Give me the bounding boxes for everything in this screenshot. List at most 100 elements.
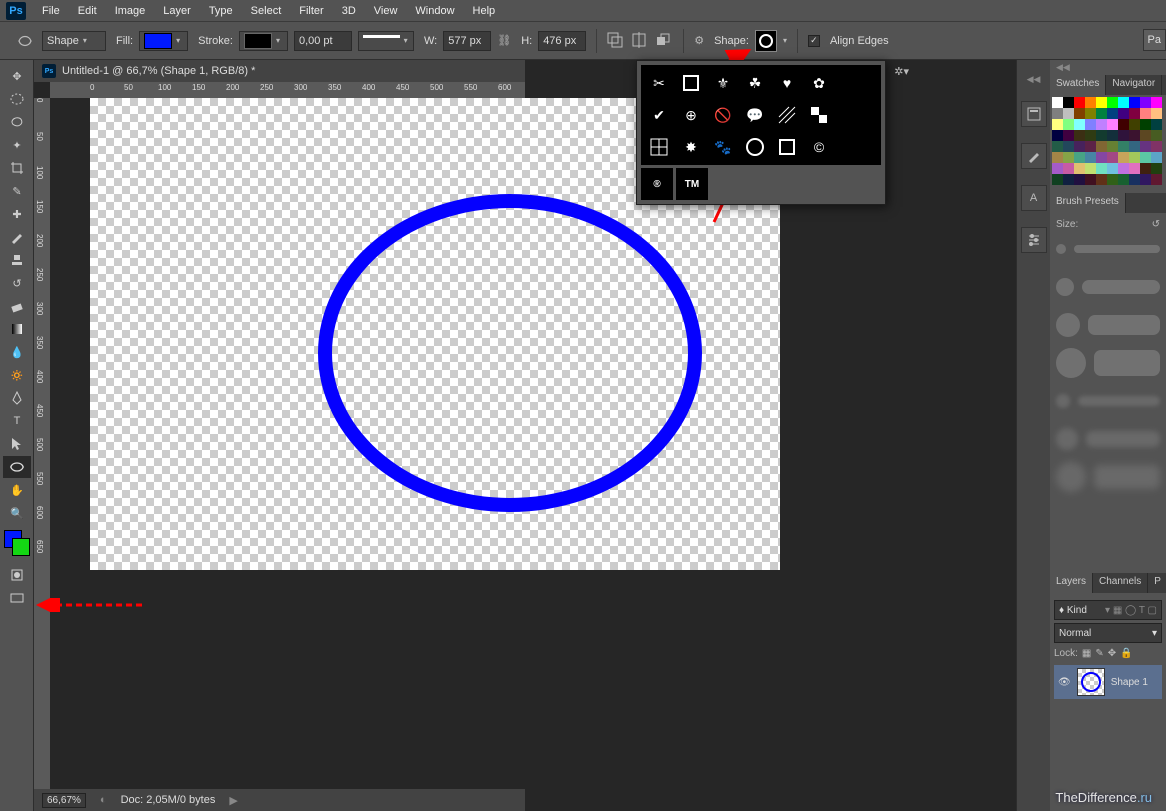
tab-layers[interactable]: Layers — [1050, 573, 1093, 593]
dodge-tool[interactable]: 🔅 — [3, 364, 31, 386]
copyright-icon[interactable]: © — [803, 131, 835, 163]
menu-layer[interactable]: Layer — [155, 2, 199, 20]
swatch[interactable] — [1118, 163, 1129, 174]
swatch[interactable] — [1151, 152, 1162, 163]
swatch[interactable] — [1107, 152, 1118, 163]
swatch[interactable] — [1151, 97, 1162, 108]
brush-tool[interactable] — [3, 226, 31, 248]
swatch[interactable] — [1085, 141, 1096, 152]
stamp-tool[interactable] — [3, 249, 31, 271]
status-arrow-icon[interactable]: ▶ — [229, 794, 237, 807]
swatch[interactable] — [1129, 119, 1140, 130]
menu-type[interactable]: Type — [201, 2, 241, 20]
swatch[interactable] — [1085, 108, 1096, 119]
background-color[interactable] — [12, 538, 30, 556]
swatch[interactable] — [1052, 174, 1063, 185]
gradient-tool[interactable] — [3, 318, 31, 340]
swatch[interactable] — [1085, 97, 1096, 108]
dock-adjust-icon[interactable] — [1021, 227, 1047, 253]
lock-move-icon[interactable]: ✥ — [1108, 648, 1116, 659]
tab-navigator[interactable]: Navigator — [1106, 75, 1162, 95]
swatch[interactable] — [1096, 108, 1107, 119]
swatch[interactable] — [1074, 141, 1085, 152]
swatch[interactable] — [1096, 119, 1107, 130]
color-proof-icon[interactable]: ◐ — [100, 794, 107, 806]
type-tool[interactable]: T — [3, 410, 31, 432]
custom-shape-tool[interactable] — [3, 456, 31, 478]
square-outline-icon[interactable] — [675, 67, 707, 99]
swatch[interactable] — [1107, 130, 1118, 141]
magic-wand-tool[interactable]: ✦ — [3, 134, 31, 156]
swatch[interactable] — [1129, 108, 1140, 119]
menu-help[interactable]: Help — [465, 2, 504, 20]
layer-thumbnail[interactable] — [1077, 668, 1105, 696]
swatch[interactable] — [1096, 97, 1107, 108]
lock-pixels-icon[interactable]: ▦ — [1082, 648, 1091, 659]
swatch[interactable] — [1151, 174, 1162, 185]
swatch[interactable] — [1140, 130, 1151, 141]
swatch[interactable] — [1140, 108, 1151, 119]
swatch[interactable] — [1129, 130, 1140, 141]
menu-file[interactable]: File — [34, 2, 68, 20]
history-brush-tool[interactable]: ↺ — [3, 272, 31, 294]
menu-select[interactable]: Select — [243, 2, 290, 20]
swatch[interactable] — [1085, 152, 1096, 163]
swatch[interactable] — [1140, 97, 1151, 108]
crop-tool[interactable] — [3, 157, 31, 179]
swatch[interactable] — [1151, 119, 1162, 130]
swatch[interactable] — [1107, 119, 1118, 130]
trefoil-icon[interactable]: ☘ — [739, 67, 771, 99]
blend-mode-dropdown[interactable]: Normal▾ — [1054, 623, 1162, 643]
hand-tool[interactable]: ✋ — [3, 479, 31, 501]
swatch[interactable] — [1074, 108, 1085, 119]
fleur-icon[interactable]: ⚜ — [707, 67, 739, 99]
menu-filter[interactable]: Filter — [291, 2, 331, 20]
swatch[interactable] — [1151, 141, 1162, 152]
swatch[interactable] — [1107, 141, 1118, 152]
tool-mode-dropdown[interactable]: Shape▾ — [42, 31, 106, 51]
document-tab[interactable]: Ps Untitled-1 @ 66,7% (Shape 1, RGB/8) * — [34, 60, 525, 82]
brush-reset-icon[interactable]: ↺ — [1152, 219, 1160, 230]
swatch[interactable] — [1052, 108, 1063, 119]
swatch[interactable] — [1118, 130, 1129, 141]
menu-image[interactable]: Image — [107, 2, 154, 20]
registered-icon[interactable]: ® — [641, 168, 673, 200]
circle-outline-icon[interactable] — [739, 131, 771, 163]
width-input[interactable] — [443, 31, 491, 51]
lock-all-icon[interactable]: 🔒 — [1120, 648, 1132, 659]
swatch[interactable] — [1096, 130, 1107, 141]
menu-window[interactable]: Window — [407, 2, 462, 20]
diagonal-icon[interactable] — [771, 99, 803, 131]
swatch[interactable] — [1118, 97, 1129, 108]
swatch[interactable] — [1107, 163, 1118, 174]
swatch[interactable] — [1151, 130, 1162, 141]
workspace-switcher[interactable]: Pa — [1143, 29, 1166, 51]
eyedropper-tool[interactable]: ✎ — [3, 180, 31, 202]
tab-channels[interactable]: Channels — [1093, 573, 1148, 593]
swatch[interactable] — [1118, 108, 1129, 119]
swatch[interactable] — [1118, 141, 1129, 152]
check-icon[interactable]: ✔ — [643, 99, 675, 131]
quickmask-icon[interactable] — [3, 564, 31, 586]
blur-tool[interactable]: 💧 — [3, 341, 31, 363]
swatch[interactable] — [1096, 163, 1107, 174]
registration-icon[interactable]: ⊕ — [675, 99, 707, 131]
swatch[interactable] — [1074, 130, 1085, 141]
flyout-gear-icon[interactable]: ✲▾ — [894, 65, 909, 78]
burst-icon[interactable]: ✸ — [675, 131, 707, 163]
swatch[interactable] — [1052, 130, 1063, 141]
swatch[interactable] — [1129, 152, 1140, 163]
zoom-tool[interactable]: 🔍 — [3, 502, 31, 524]
fill-color-picker[interactable]: ▾ — [139, 31, 188, 51]
swatch[interactable] — [1052, 152, 1063, 163]
stroke-width-input[interactable] — [294, 31, 352, 51]
swatch[interactable] — [1063, 174, 1074, 185]
lasso-tool[interactable] — [3, 111, 31, 133]
stroke-style-dropdown[interactable]: ▾ — [358, 31, 414, 51]
color-picker[interactable] — [4, 530, 29, 558]
swatch[interactable] — [1074, 152, 1085, 163]
swatch[interactable] — [1074, 119, 1085, 130]
align-edges-checkbox[interactable]: ✓ — [808, 35, 820, 47]
swatch[interactable] — [1052, 119, 1063, 130]
gear-icon[interactable]: ⚙ — [694, 34, 704, 47]
